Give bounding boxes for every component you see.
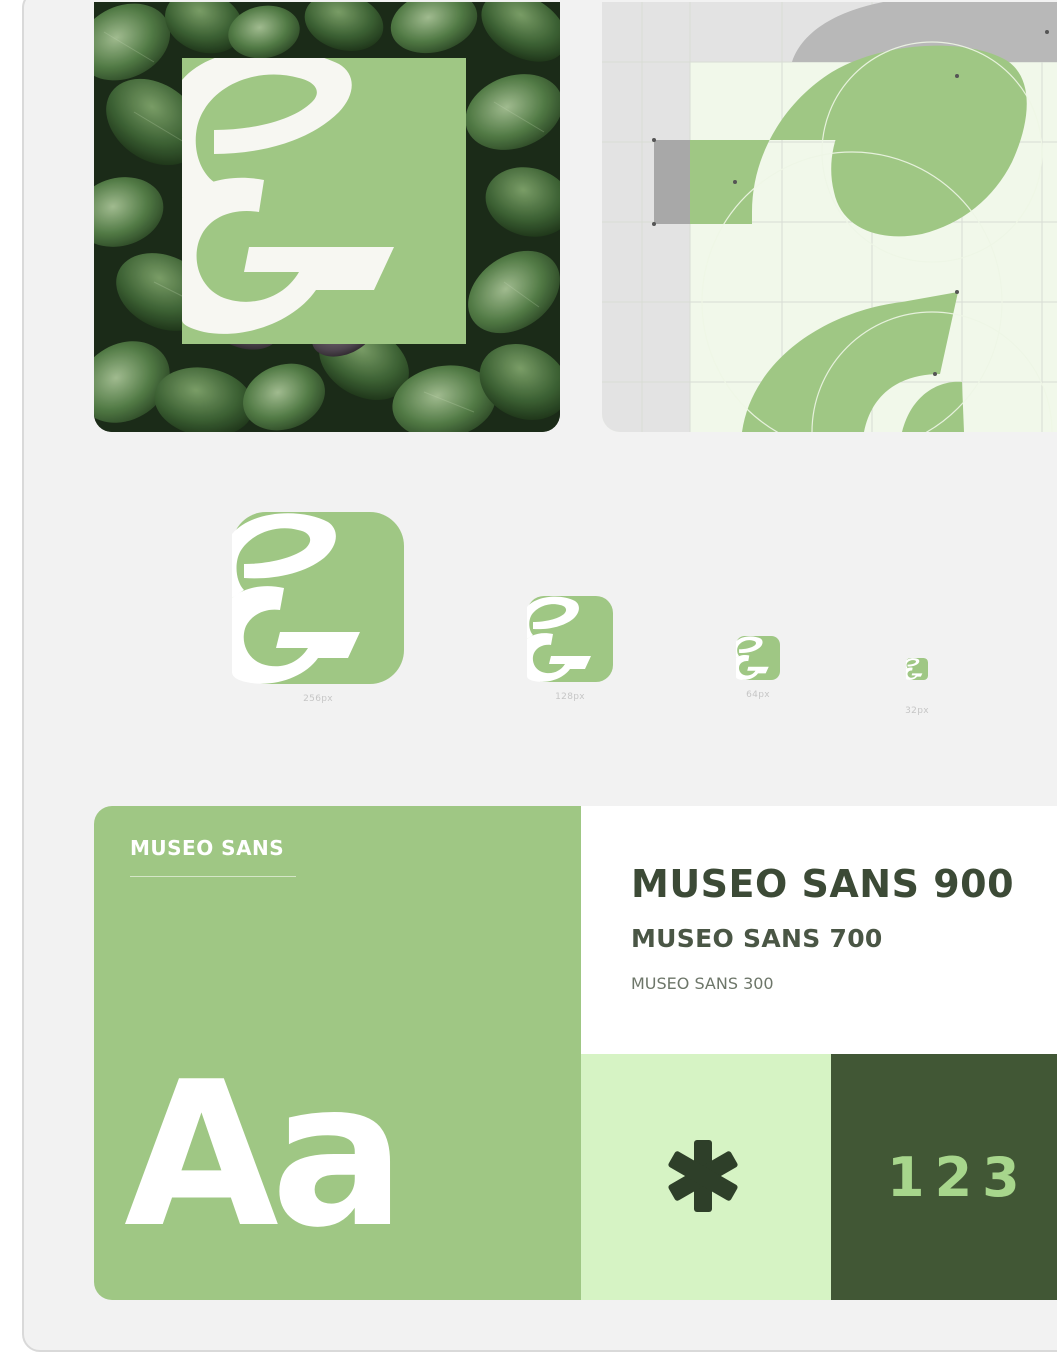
- app-icon-32-graphic: [906, 658, 928, 680]
- asterisk-icon: [668, 1140, 738, 1212]
- app-icon-256: 256px: [232, 512, 404, 704]
- divider: [130, 876, 296, 877]
- typeface-weights-card: MUSEO SANS 900 MUSEO SANS 700 MUSEO SANS…: [581, 806, 1057, 1054]
- grid-illustration: [602, 2, 1057, 432]
- typeface-specimen: Aa: [124, 1039, 406, 1272]
- icon-size-caption: 64px: [746, 690, 770, 700]
- glyph-sample-card: [581, 1054, 831, 1300]
- icon-size-caption: 128px: [555, 692, 585, 702]
- brand-board-frame: 256px 128px 64px 32px MUSEO SANS Aa MUSE…: [22, 0, 1057, 1352]
- app-icon-64-graphic: [736, 636, 780, 680]
- logo-on-foliage-photo: [94, 2, 560, 432]
- app-icon-32: 32px: [902, 658, 932, 716]
- app-icon-64: 64px: [736, 636, 780, 700]
- brand-board: 256px 128px 64px 32px MUSEO SANS Aa MUSE…: [24, 2, 1057, 1350]
- numerals-sample-card: 123: [831, 1054, 1057, 1300]
- weight-700-sample: MUSEO SANS 700: [631, 924, 883, 953]
- app-icon-128: 128px: [527, 596, 613, 702]
- typography-panel: MUSEO SANS Aa MUSEO SANS 900 MUSEO SANS …: [94, 806, 1057, 1300]
- app-icon-256-graphic: [232, 512, 404, 684]
- typeface-specimen-card: MUSEO SANS Aa: [94, 806, 581, 1300]
- app-icon-128-graphic: [527, 596, 613, 682]
- weight-900-sample: MUSEO SANS 900: [631, 862, 1015, 906]
- foliage-illustration: [94, 2, 560, 432]
- numerals-sample: 123: [887, 1146, 1030, 1209]
- typeface-family-label: MUSEO SANS: [130, 836, 285, 860]
- weight-300-sample: MUSEO SANS 300: [631, 974, 774, 993]
- icon-size-caption: 32px: [905, 706, 929, 716]
- icon-size-caption: 256px: [303, 694, 333, 704]
- logo-construction-grid: [602, 2, 1057, 432]
